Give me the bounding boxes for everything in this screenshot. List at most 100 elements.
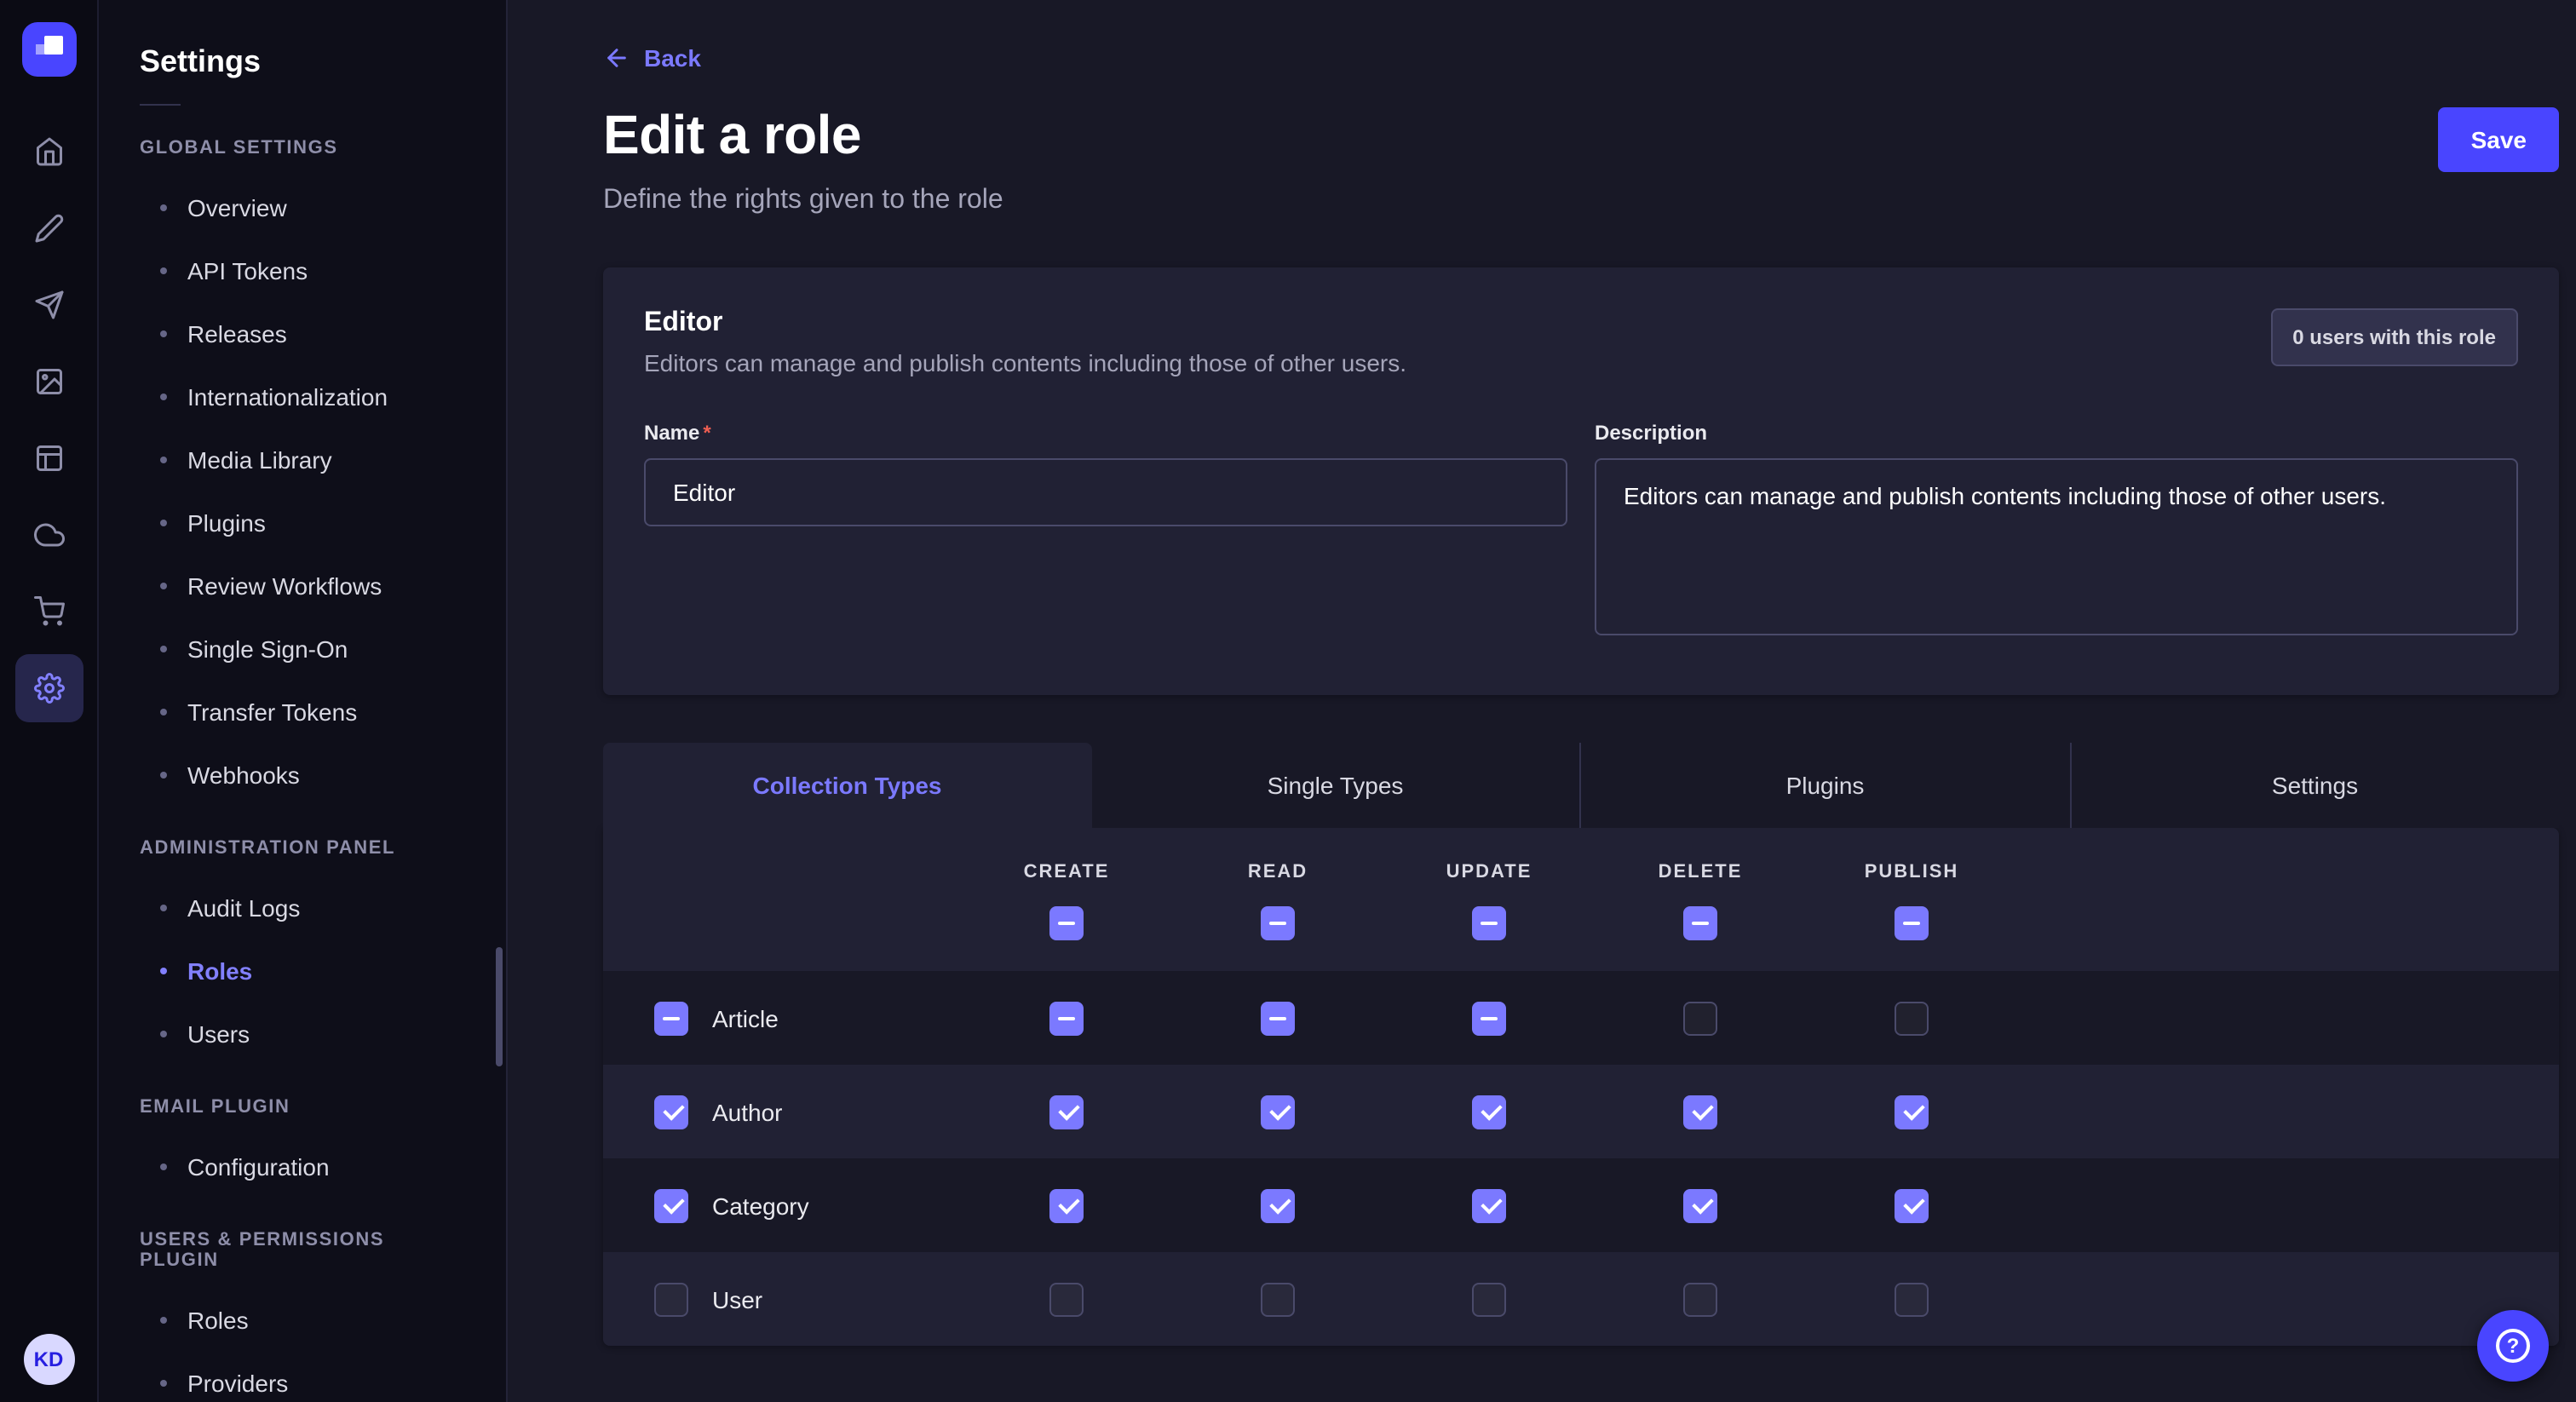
- article-create-checkbox[interactable]: [1049, 1001, 1084, 1035]
- user-delete-checkbox[interactable]: [1683, 1282, 1717, 1316]
- save-button[interactable]: Save: [2439, 107, 2559, 172]
- category-update-checkbox[interactable]: [1472, 1188, 1506, 1222]
- releases-icon[interactable]: [14, 271, 83, 339]
- content-type-name: Author: [712, 1098, 783, 1125]
- column-label-read: Read: [1248, 862, 1308, 882]
- description-input[interactable]: Editors can manage and publish contents …: [1595, 458, 2518, 635]
- user-create-checkbox[interactable]: [1049, 1282, 1084, 1316]
- cell-user-update: [1383, 1282, 1595, 1316]
- home-icon[interactable]: [14, 118, 83, 186]
- strapi-logo[interactable]: [21, 22, 76, 77]
- help-button[interactable]: ?: [2477, 1310, 2549, 1382]
- app: KD Settings GLOBAL SETTINGSOverviewAPI T…: [0, 0, 2576, 1402]
- page-subtitle: Define the rights given to the role: [603, 186, 2559, 216]
- bullet-icon: [160, 1163, 167, 1169]
- sidebar-item-roles[interactable]: Roles: [99, 1288, 506, 1351]
- cell-author-publish: [1806, 1095, 2017, 1129]
- category-read-checkbox[interactable]: [1261, 1188, 1295, 1222]
- select-all-read-checkbox[interactable]: [1261, 906, 1295, 940]
- bullet-icon: [160, 393, 167, 399]
- cell-category-publish: [1806, 1188, 2017, 1222]
- content-type-builder-icon[interactable]: [14, 424, 83, 492]
- bullet-icon: [160, 267, 167, 273]
- cell-user-create: [961, 1282, 1172, 1316]
- category-delete-checkbox[interactable]: [1683, 1188, 1717, 1222]
- name-input[interactable]: [644, 458, 1567, 526]
- back-link[interactable]: Back: [603, 44, 701, 72]
- tab-collection-types[interactable]: Collection Types: [603, 743, 1091, 828]
- page-title: Edit a role: [603, 104, 861, 167]
- sidebar-item-overview[interactable]: Overview: [99, 175, 506, 238]
- bullet-icon: [160, 771, 167, 778]
- article-delete-checkbox[interactable]: [1683, 1001, 1717, 1035]
- sidebar-item-media-library[interactable]: Media Library: [99, 428, 506, 491]
- tab-single-types[interactable]: Single Types: [1091, 743, 1581, 828]
- settings-icon[interactable]: [14, 654, 83, 722]
- column-delete: Delete: [1595, 862, 1806, 940]
- sidebar-item-internationalization[interactable]: Internationalization: [99, 365, 506, 428]
- section-label-users-permissions-plugin: USERS & PERMISSIONS PLUGIN: [99, 1198, 506, 1288]
- article-update-checkbox[interactable]: [1472, 1001, 1506, 1035]
- tab-plugins[interactable]: Plugins: [1581, 743, 2071, 828]
- scrollbar-thumb[interactable]: [496, 947, 503, 1066]
- author-create-checkbox[interactable]: [1049, 1095, 1084, 1129]
- cell-article-read: [1172, 1001, 1383, 1035]
- permissions-table-header: CreateReadUpdateDeletePublish: [603, 828, 2559, 971]
- users-count-badge[interactable]: 0 users with this role: [2270, 308, 2518, 366]
- user-update-checkbox[interactable]: [1472, 1282, 1506, 1316]
- sidebar-item-single-sign-on[interactable]: Single Sign-On: [99, 617, 506, 680]
- tab-settings[interactable]: Settings: [2071, 743, 2559, 828]
- sidebar-item-plugins[interactable]: Plugins: [99, 491, 506, 554]
- select-all-update-checkbox[interactable]: [1472, 906, 1506, 940]
- category-create-checkbox[interactable]: [1049, 1188, 1084, 1222]
- article-publish-checkbox[interactable]: [1895, 1001, 1929, 1035]
- select-all-create-checkbox[interactable]: [1049, 906, 1084, 940]
- sidebar-item-label: Configuration: [187, 1152, 330, 1180]
- category-row-checkbox[interactable]: [654, 1188, 688, 1222]
- author-read-checkbox[interactable]: [1261, 1095, 1295, 1129]
- sidebar-item-review-workflows[interactable]: Review Workflows: [99, 554, 506, 617]
- cell-category-read: [1172, 1188, 1383, 1222]
- sidebar-item-roles[interactable]: Roles: [99, 939, 506, 1002]
- sidebar-item-releases[interactable]: Releases: [99, 302, 506, 365]
- user-publish-checkbox[interactable]: [1895, 1282, 1929, 1316]
- sidebar-item-audit-logs[interactable]: Audit Logs: [99, 876, 506, 939]
- cell-category-update: [1383, 1188, 1595, 1222]
- select-all-publish-checkbox[interactable]: [1895, 906, 1929, 940]
- description-label: Description: [1595, 421, 2518, 445]
- author-delete-checkbox[interactable]: [1683, 1095, 1717, 1129]
- avatar[interactable]: KD: [23, 1334, 74, 1385]
- author-publish-checkbox[interactable]: [1895, 1095, 1929, 1129]
- marketplace-icon[interactable]: [14, 577, 83, 646]
- cloud-icon[interactable]: [14, 501, 83, 569]
- user-row-checkbox[interactable]: [654, 1282, 688, 1316]
- sidebar-item-api-tokens[interactable]: API Tokens: [99, 238, 506, 302]
- content-type-name: User: [712, 1285, 762, 1313]
- section-label-administration-panel: ADMINISTRATION PANEL: [99, 806, 506, 876]
- question-mark-icon: ?: [2496, 1329, 2530, 1363]
- sidebar-item-providers[interactable]: Providers: [99, 1351, 506, 1402]
- sidebar-item-transfer-tokens[interactable]: Transfer Tokens: [99, 680, 506, 743]
- row-label-category: Category: [603, 1188, 961, 1222]
- author-row-checkbox[interactable]: [654, 1095, 688, 1129]
- author-update-checkbox[interactable]: [1472, 1095, 1506, 1129]
- select-all-delete-checkbox[interactable]: [1683, 906, 1717, 940]
- cell-category-delete: [1595, 1188, 1806, 1222]
- article-read-checkbox[interactable]: [1261, 1001, 1295, 1035]
- media-library-icon[interactable]: [14, 348, 83, 416]
- sidebar-item-webhooks[interactable]: Webhooks: [99, 743, 506, 806]
- sidebar-item-label: Releases: [187, 319, 287, 347]
- section-label-email-plugin: EMAIL PLUGIN: [99, 1065, 506, 1135]
- sidebar-item-label: API Tokens: [187, 256, 308, 284]
- cell-article-delete: [1595, 1001, 1806, 1035]
- cell-user-publish: [1806, 1282, 2017, 1316]
- column-read: Read: [1172, 862, 1383, 940]
- sidebar-item-configuration[interactable]: Configuration: [99, 1135, 506, 1198]
- user-read-checkbox[interactable]: [1261, 1282, 1295, 1316]
- sidebar-item-label: Transfer Tokens: [187, 698, 357, 725]
- content-manager-icon[interactable]: [14, 194, 83, 262]
- content-type-name: Category: [712, 1192, 809, 1219]
- category-publish-checkbox[interactable]: [1895, 1188, 1929, 1222]
- sidebar-item-users[interactable]: Users: [99, 1002, 506, 1065]
- article-row-checkbox[interactable]: [654, 1001, 688, 1035]
